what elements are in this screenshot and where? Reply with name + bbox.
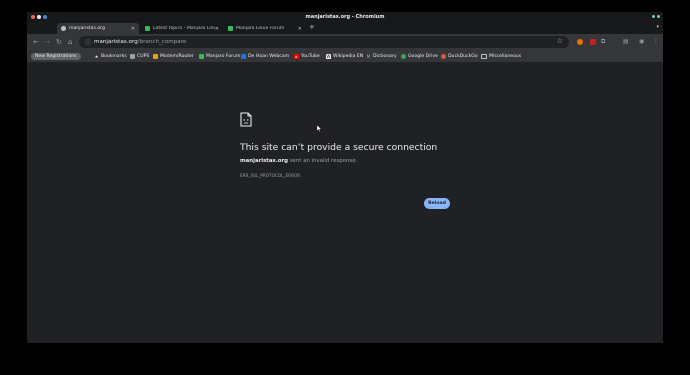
forward-arrow-icon[interactable]: → — [44, 38, 50, 46]
printer-icon — [130, 53, 135, 59]
reload-icon[interactable]: ↻ — [56, 38, 62, 46]
title-bar: manjaristas.org - Chromium — [27, 12, 663, 22]
tab-label: Manjaro Linux Forum — [236, 26, 285, 31]
bookmark-cups[interactable]: CUPS — [130, 50, 149, 62]
tab-label: Latest topics - Manjaro Linux — [153, 26, 215, 31]
bookmark-de-haan-webcam[interactable]: De Haan Webcam — [241, 50, 289, 62]
bookmark-duckduckgo[interactable]: DuckDuckGo — [441, 50, 478, 62]
close-icon[interactable]: ✕ — [131, 26, 135, 32]
drive-icon — [401, 53, 406, 59]
manjaro-icon — [145, 26, 150, 31]
error-description: manjaristas.org sent an invalid response… — [240, 158, 357, 164]
tab-manjaristas[interactable]: manjaristas.org ✕ — [57, 23, 139, 34]
window-control-icon[interactable] — [652, 15, 655, 18]
manjaro-icon — [228, 26, 233, 31]
youtube-icon: ▸ — [294, 53, 299, 59]
router-icon — [153, 53, 158, 59]
tab-manjaro-forum[interactable]: Manjaro Linux Forum ✕ — [224, 23, 306, 34]
home-icon[interactable]: ⌂ — [68, 38, 72, 46]
tab-latest-topics[interactable]: Latest topics - Manjaro Linux ✕ — [141, 23, 223, 34]
folder-icon — [481, 53, 487, 59]
wikipedia-icon: W — [326, 53, 331, 59]
bookmark-dictionary[interactable]: M Dictionary — [366, 50, 397, 62]
extension-icon[interactable] — [577, 39, 583, 45]
bookmark-manjaro-forum[interactable]: Manjaro Forum — [199, 50, 240, 62]
toolbar: ← → ↻ ⌂ ⓘ manjaristas.org/branch_compare… — [27, 34, 663, 50]
bookmark-miscellaneous[interactable]: Miscellaneous — [481, 50, 521, 62]
bookmark-google-drive[interactable]: Google Drive — [401, 50, 438, 62]
back-arrow-icon[interactable]: ← — [33, 38, 39, 46]
bookmark-bookmarks[interactable]: ★ Bookmarks — [94, 50, 127, 62]
sad-document-icon — [240, 112, 252, 127]
bookmark-modem-router[interactable]: Modem/Router — [153, 50, 194, 62]
menu-dots-icon[interactable]: ⋮ — [653, 38, 659, 46]
bookmark-new-registrations[interactable]: New Registrations — [31, 50, 81, 62]
bookmark-wikipedia[interactable]: W Wikipedia EN — [326, 50, 363, 62]
bookmarks-bar: New Registrations ★ Bookmarks CUPS Modem… — [27, 50, 663, 62]
bookmark-youtube[interactable]: ▸ YouTube — [294, 50, 320, 62]
error-message: sent an invalid response. — [287, 158, 358, 164]
reload-button[interactable]: Reload — [424, 198, 450, 209]
close-icon[interactable]: ✕ — [298, 26, 302, 32]
url-text: manjaristas.org/branch_compare — [94, 39, 187, 45]
tab-search-icon[interactable]: ▾ — [656, 24, 659, 30]
dictionary-icon: M — [366, 53, 371, 59]
error-host: manjaristas.org — [240, 158, 288, 164]
duckduckgo-icon — [441, 53, 446, 59]
error-title: This site can’t provide a secure connect… — [240, 142, 438, 153]
close-icon[interactable]: ✕ — [215, 26, 219, 32]
mouse-cursor-icon — [317, 125, 322, 132]
address-bar[interactable]: ⓘ manjaristas.org/branch_compare ☆ — [79, 36, 569, 48]
page-content: This site can’t provide a secure connect… — [27, 62, 663, 343]
star-icon: ★ — [94, 53, 99, 59]
extensions-puzzle-icon[interactable]: ⧉ — [601, 38, 605, 46]
new-tab-button[interactable]: + — [309, 22, 315, 33]
profile-icon[interactable]: ◉ — [639, 38, 644, 46]
window-title: manjaristas.org - Chromium — [305, 14, 385, 20]
globe-icon — [61, 26, 66, 31]
browser-window: manjaristas.org - Chromium manjaristas.o… — [27, 12, 663, 343]
sidebar-icon[interactable]: ▤ — [623, 38, 629, 46]
manjaro-icon — [199, 53, 204, 59]
error-code: ERR_SSL_PROTOCOL_ERROR — [240, 173, 301, 178]
info-icon[interactable]: ⓘ — [85, 38, 91, 47]
bookmark-star-icon[interactable]: ☆ — [557, 37, 563, 45]
tab-strip: manjaristas.org ✕ Latest topics - Manjar… — [27, 22, 663, 34]
webcam-icon — [241, 53, 246, 59]
window-control-icon[interactable] — [657, 15, 660, 18]
tab-label: manjaristas.org — [69, 26, 105, 31]
extension-icon[interactable] — [590, 39, 596, 45]
